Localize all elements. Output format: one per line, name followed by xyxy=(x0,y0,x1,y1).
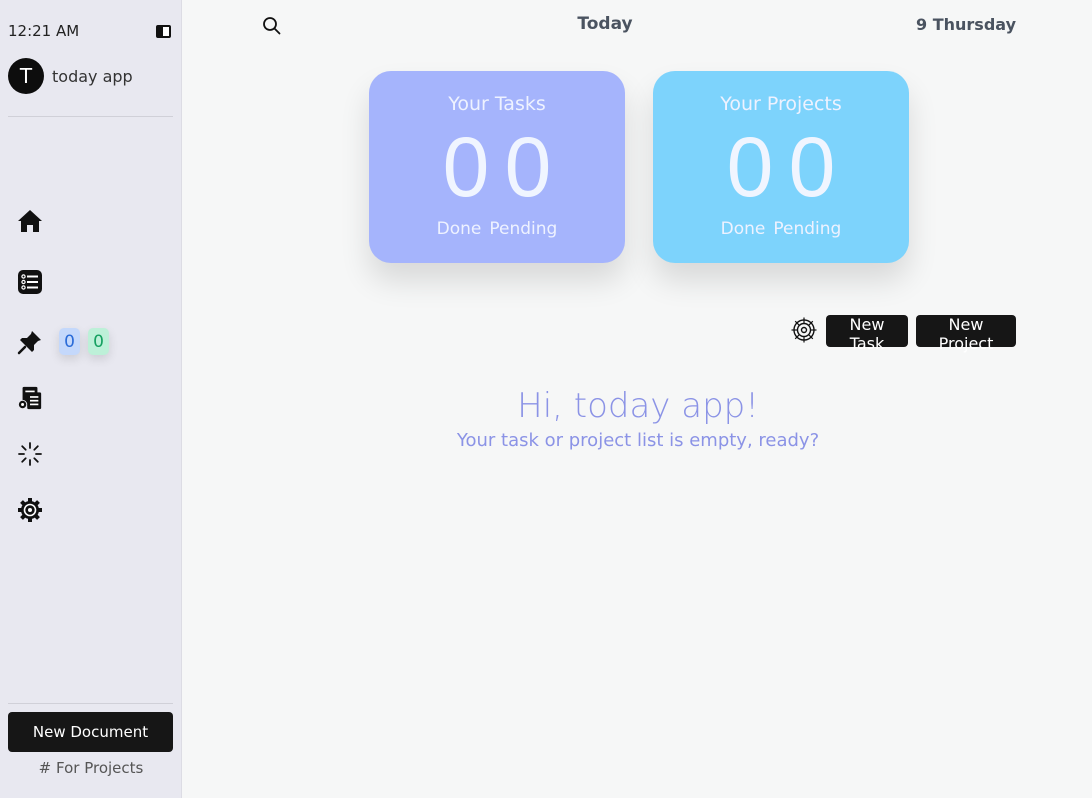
tasks-pending-count: 0 xyxy=(504,120,552,214)
projects-card-labels: Done Pending xyxy=(653,219,909,239)
page-title: Today xyxy=(577,14,633,34)
search-icon[interactable] xyxy=(262,16,282,36)
new-project-button[interactable]: New Project xyxy=(916,315,1016,353)
tasks-done-count: 0 xyxy=(442,120,490,214)
pinned-project-count-badge[interactable]: 0 xyxy=(88,328,109,355)
sidebar-header: 12:21 AM xyxy=(8,22,172,42)
projects-summary-card[interactable]: Your Projects 0 0 Done Pending xyxy=(653,71,909,263)
user-profile[interactable]: T today app xyxy=(8,58,133,94)
tasks-summary-card[interactable]: Your Tasks 0 0 Done Pending xyxy=(369,71,625,263)
clock-time: 12:21 AM xyxy=(8,22,80,40)
projects-card-title: Your Projects xyxy=(720,93,842,115)
home-icon[interactable] xyxy=(17,208,43,234)
new-document-button[interactable]: New Document xyxy=(8,712,173,752)
task-list-icon[interactable] xyxy=(17,269,43,295)
projects-done-label: Done xyxy=(720,219,766,239)
user-name: today app xyxy=(52,66,133,86)
tasks-card-counts: 0 0 xyxy=(369,119,625,215)
pinned-task-count-badge[interactable]: 0 xyxy=(59,328,80,355)
new-task-button[interactable]: New Task xyxy=(826,315,908,353)
date-label: 9 Thursday xyxy=(916,15,1016,34)
tasks-pending-label: Pending xyxy=(489,219,558,239)
projects-done-count: 0 xyxy=(726,120,774,214)
sidebar-divider-top xyxy=(8,116,173,117)
empty-state-message: Your task or project list is empty, read… xyxy=(456,430,820,451)
projects-card-counts: 0 0 xyxy=(653,119,909,215)
tasks-card-title: Your Tasks xyxy=(448,93,546,115)
projects-pending-label: Pending xyxy=(773,219,842,239)
sidebar: 12:21 AM T today app 0 0 New Document # … xyxy=(0,0,182,798)
tasks-card-labels: Done Pending xyxy=(369,219,625,239)
avatar: T xyxy=(8,58,44,94)
greeting-heading: Hi, today app! xyxy=(517,386,759,426)
settings-icon[interactable] xyxy=(790,316,818,344)
loading-spinner-icon[interactable] xyxy=(17,441,43,467)
projects-pending-count: 0 xyxy=(788,120,836,214)
pinned-counters: 0 0 xyxy=(59,328,109,355)
pin-icon[interactable] xyxy=(17,329,43,355)
document-settings-icon[interactable] xyxy=(17,385,43,411)
tasks-done-label: Done xyxy=(436,219,482,239)
sidebar-divider-bottom xyxy=(8,703,173,704)
sidebar-toggle-icon[interactable] xyxy=(156,25,171,38)
settings-gear-icon[interactable] xyxy=(17,497,43,523)
for-projects-link[interactable]: # For Projects xyxy=(0,759,182,777)
